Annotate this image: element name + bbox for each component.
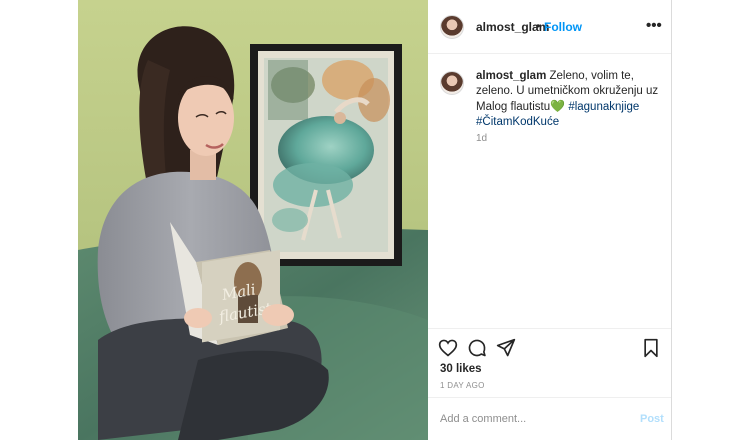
post-side-panel: almost_glam • Follow ••• almost_glam Zel… [428, 0, 671, 440]
post-date: 1 DAY AGO [440, 381, 485, 390]
post-header: almost_glam • Follow ••• [428, 0, 671, 54]
follow-button[interactable]: Follow [544, 20, 582, 34]
comment-icon[interactable] [467, 338, 487, 363]
photo-illustration: Mali flautist [78, 0, 428, 440]
header-separator: • [536, 19, 541, 33]
more-options-icon[interactable]: ••• [646, 17, 662, 34]
hashtag-lagunaknjige[interactable]: #lagunaknjige [568, 101, 639, 113]
caption-text-block: almost_glam Zeleno, volim te, zeleno. U … [476, 69, 661, 130]
heart-icon[interactable] [438, 338, 458, 362]
green-heart-emoji: 💚 [550, 99, 566, 113]
caption-age: 1d [476, 133, 488, 144]
avatar[interactable] [440, 15, 464, 39]
hashtag-citamkodkuce[interactable]: #ČitamKodKuće [476, 116, 559, 128]
post-actions: 30 likes 1 DAY AGO Post [428, 328, 671, 440]
post-comment-button[interactable]: Post [640, 413, 664, 425]
caption-avatar[interactable] [440, 71, 464, 95]
post-photo[interactable]: Mali flautist [78, 0, 428, 440]
bookmark-icon[interactable] [642, 338, 660, 363]
likes-count[interactable]: 30 likes [440, 363, 482, 375]
caption-username[interactable]: almost_glam [476, 70, 546, 82]
painting [250, 44, 402, 266]
comment-input[interactable] [438, 408, 622, 430]
share-icon[interactable] [496, 338, 516, 363]
add-comment-bar: Post [428, 397, 671, 441]
